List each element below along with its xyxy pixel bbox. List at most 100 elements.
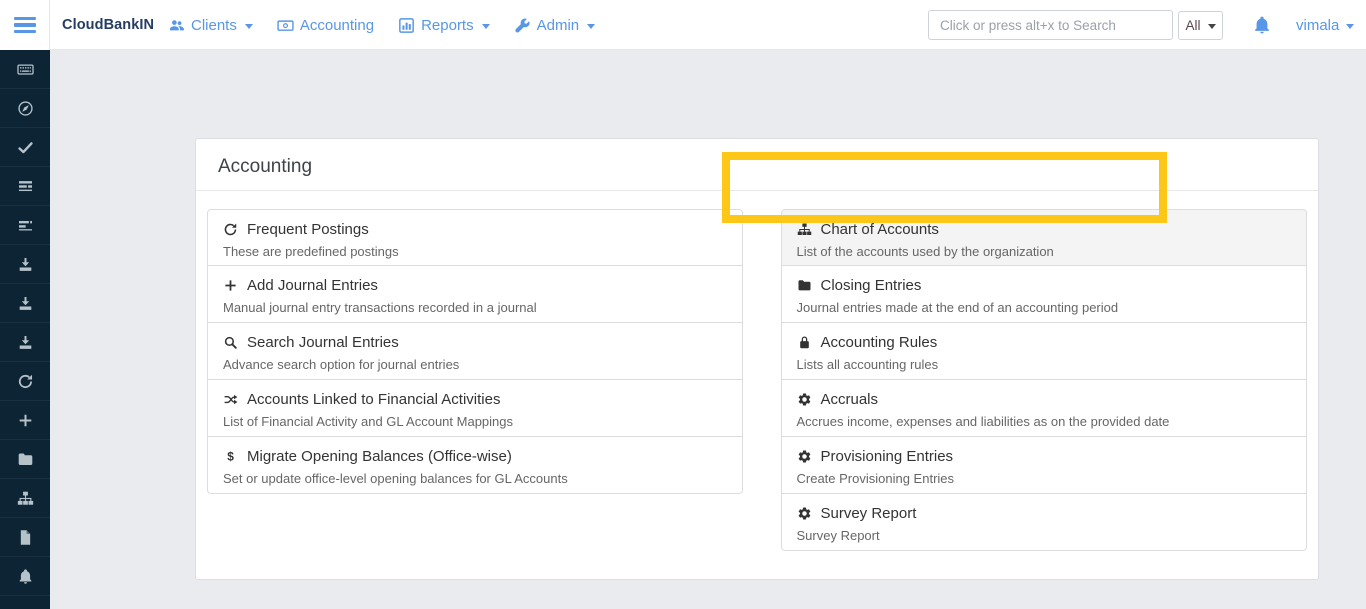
sidebar-item-sitemap[interactable] <box>0 479 50 518</box>
menu-item-accounts-linked-to-financial-activities[interactable]: Accounts Linked to Financial ActivitiesL… <box>207 380 743 437</box>
sidebar-item-file[interactable] <box>0 518 50 557</box>
menu-item-title: Frequent Postings <box>247 218 369 241</box>
app-logo[interactable]: CloudBankIN <box>62 0 154 50</box>
menu-item-provisioning-entries[interactable]: Provisioning EntriesCreate Provisioning … <box>781 437 1308 494</box>
menu-item-title: Chart of Accounts <box>821 218 939 241</box>
user-menu[interactable]: vimala <box>1296 0 1354 50</box>
plus-icon <box>223 278 238 293</box>
menu-item-subtitle: Advance search option for journal entrie… <box>223 355 727 374</box>
menu-item-accounting-rules[interactable]: Accounting RulesLists all accounting rul… <box>781 323 1308 380</box>
tasks-alt-icon <box>17 217 34 234</box>
menu-item-search-journal-entries[interactable]: Search Journal EntriesAdvance search opt… <box>207 323 743 380</box>
menu-item-title: Accounting Rules <box>821 331 938 354</box>
sidebar-item-folder[interactable] <box>0 440 50 479</box>
gear-icon <box>797 449 812 464</box>
money-icon <box>277 17 294 34</box>
nav-item-clients[interactable]: Clients <box>168 17 253 34</box>
compass-icon <box>17 100 34 117</box>
caret-down-icon <box>245 24 253 29</box>
bell-icon <box>17 568 34 585</box>
caret-down-icon <box>587 24 595 29</box>
search-scope-dropdown[interactable]: All <box>1178 11 1223 40</box>
top-navbar: CloudBankIN Clients Accounting Reports Admi… <box>0 0 1366 50</box>
accounting-card: Accounting Frequent PostingsThese are pr… <box>195 138 1319 580</box>
menu-item-subtitle: List of Financial Activity and GL Accoun… <box>223 412 727 431</box>
sidebar-item-download[interactable] <box>0 284 50 323</box>
sidebar-item-keyboard[interactable] <box>0 50 50 89</box>
sidebar-item-plus[interactable] <box>0 401 50 440</box>
icon-sidebar <box>0 50 50 609</box>
menu-column-left: Frequent PostingsThese are predefined po… <box>207 209 743 551</box>
lock-icon <box>797 335 812 350</box>
gear-icon <box>797 506 812 521</box>
sidebar-item-rotate-right[interactable] <box>0 362 50 401</box>
content-area: Accounting Frequent PostingsThese are pr… <box>50 50 1366 609</box>
sidebar-item-download[interactable] <box>0 245 50 284</box>
sidebar-item-bell[interactable] <box>0 557 50 596</box>
download-icon <box>17 256 34 273</box>
username: vimala <box>1296 17 1339 34</box>
download-icon <box>17 295 34 312</box>
menu-item-title: Provisioning Entries <box>821 445 954 468</box>
menu-item-closing-entries[interactable]: Closing EntriesJournal entries made at t… <box>781 266 1308 323</box>
caret-down-icon <box>482 24 490 29</box>
menu-item-title: Survey Report <box>821 502 917 525</box>
plus-icon <box>17 412 34 429</box>
folder-icon <box>17 451 34 468</box>
folder-icon <box>797 278 812 293</box>
menu-item-subtitle: These are predefined postings <box>223 242 727 261</box>
bar-chart-icon <box>398 17 415 34</box>
menu-item-subtitle: Lists all accounting rules <box>797 355 1292 374</box>
search-input[interactable] <box>928 10 1173 40</box>
search-scope-label: All <box>1185 18 1200 33</box>
nav-item-label: Reports <box>421 17 474 34</box>
users-icon <box>168 17 185 34</box>
caret-down-icon <box>1346 24 1354 29</box>
hamburger-icon <box>14 14 36 37</box>
sidebar-item-compass[interactable] <box>0 89 50 128</box>
sitemap-icon <box>797 222 812 237</box>
main-nav: Clients Accounting Reports Admin <box>168 0 595 50</box>
menu-item-migrate-opening-balances-office-wise[interactable]: $ Migrate Opening Balances (Office-wise)S… <box>207 437 743 494</box>
menu-item-title: Add Journal Entries <box>247 274 378 297</box>
nav-item-accounting[interactable]: Accounting <box>277 17 374 34</box>
nav-item-reports[interactable]: Reports <box>398 17 490 34</box>
menu-toggle-button[interactable] <box>0 0 50 50</box>
menu-item-survey-report[interactable]: Survey ReportSurvey Report <box>781 494 1308 551</box>
menu-item-title: Closing Entries <box>821 274 922 297</box>
page-title: Accounting <box>196 139 1318 191</box>
nav-item-label: Clients <box>191 17 237 34</box>
nav-item-label: Admin <box>537 17 580 34</box>
sidebar-item-check[interactable] <box>0 128 50 167</box>
search-icon <box>223 335 238 350</box>
sidebar-item-tasks[interactable] <box>0 167 50 206</box>
sidebar-item-download[interactable] <box>0 323 50 362</box>
gear-icon <box>797 392 812 407</box>
rotate-right-icon <box>17 373 34 390</box>
menu-item-subtitle: Set or update office-level opening balan… <box>223 469 727 488</box>
tasks-icon <box>17 178 34 195</box>
menu-item-add-journal-entries[interactable]: Add Journal EntriesManual journal entry … <box>207 266 743 323</box>
nav-item-label: Accounting <box>300 17 374 34</box>
menu-item-frequent-postings[interactable]: Frequent PostingsThese are predefined po… <box>207 209 743 266</box>
nav-item-admin[interactable]: Admin <box>514 17 596 34</box>
menu-item-title: Migrate Opening Balances (Office-wise) <box>247 445 512 468</box>
random-icon <box>223 392 238 407</box>
keyboard-icon <box>17 61 34 78</box>
menu-item-subtitle: Journal entries made at the end of an ac… <box>797 298 1292 317</box>
notifications-bell-icon[interactable] <box>1252 15 1272 35</box>
menu-item-subtitle: List of the accounts used by the organiz… <box>797 242 1292 261</box>
menu-item-accruals[interactable]: AccrualsAccrues income, expenses and lia… <box>781 380 1308 437</box>
menu-item-subtitle: Accrues income, expenses and liabilities… <box>797 412 1292 431</box>
menu-item-chart-of-accounts[interactable]: Chart of AccountsList of the accounts us… <box>781 209 1308 266</box>
sidebar-item-tasks-alt[interactable] <box>0 206 50 245</box>
menu-item-subtitle: Create Provisioning Entries <box>797 469 1292 488</box>
svg-text:$: $ <box>227 449 234 463</box>
menu-columns: Frequent PostingsThese are predefined po… <box>196 191 1318 551</box>
menu-item-title: Accounts Linked to Financial Activities <box>247 388 500 411</box>
rotate-right-icon <box>223 222 238 237</box>
wrench-icon <box>514 17 531 34</box>
menu-item-subtitle: Survey Report <box>797 526 1292 545</box>
dollar-icon: $ <box>223 449 238 464</box>
menu-column-right: Chart of AccountsList of the accounts us… <box>781 209 1308 551</box>
